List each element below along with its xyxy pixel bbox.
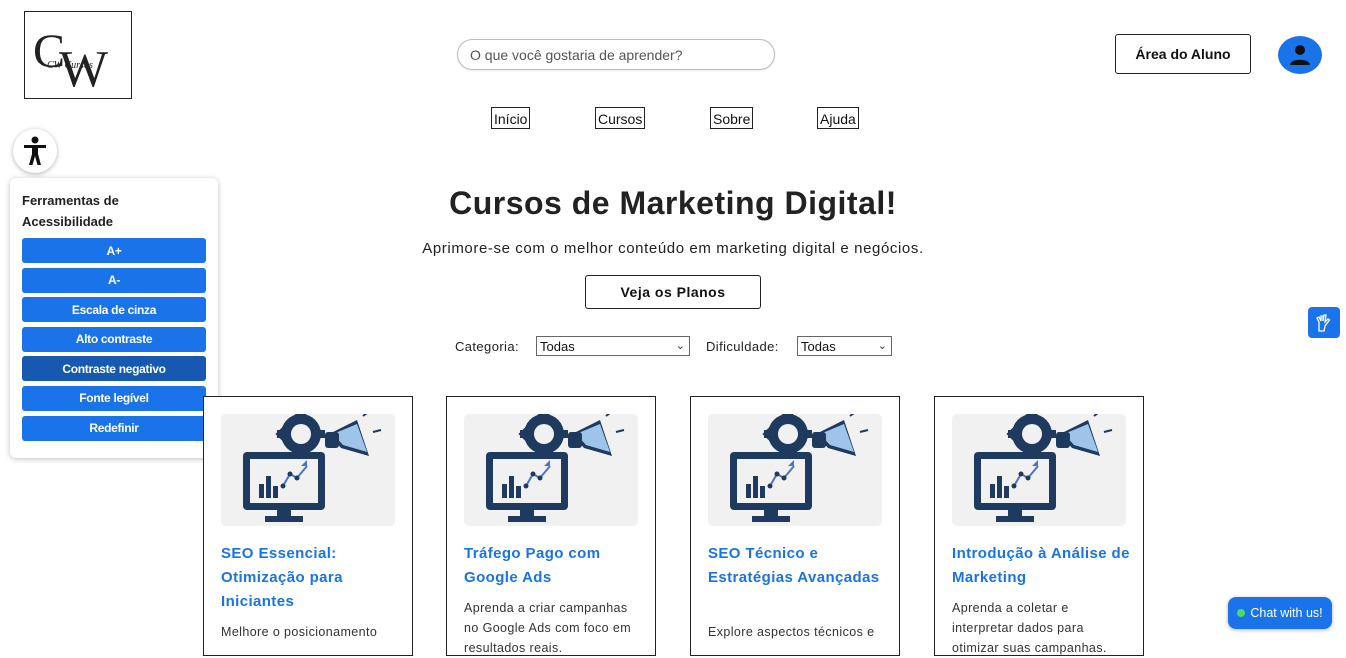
- course-card[interactable]: Tráfego Pago com Google Ads Aprenda a cr…: [446, 396, 656, 656]
- readable-font-button[interactable]: Fonte legível: [22, 385, 206, 411]
- nav-item-sobre[interactable]: Sobre: [710, 107, 754, 129]
- difficulty-select[interactable]: Todas ⌄: [797, 336, 892, 356]
- view-plans-button[interactable]: Veja os Planos: [585, 275, 761, 309]
- nav-item-ajuda[interactable]: Ajuda: [817, 107, 859, 129]
- accessibility-icon: [24, 136, 46, 165]
- chat-button[interactable]: Chat with us!: [1228, 597, 1332, 629]
- category-select[interactable]: Todas ⌄: [536, 336, 690, 356]
- course-image: [464, 414, 638, 526]
- logo-image: C W CW Cursos: [33, 25, 108, 98]
- marketing-illustration: [730, 414, 869, 522]
- main-nav: Início Cursos Sobre Ajuda: [0, 107, 1346, 131]
- course-title[interactable]: SEO Essencial: Otimização para Iniciante…: [221, 542, 399, 614]
- course-description: Melhore o posicionamento: [221, 625, 378, 639]
- difficulty-select-value: Todas: [801, 338, 836, 354]
- course-image: [221, 414, 395, 526]
- course-image: [952, 414, 1126, 526]
- course-title[interactable]: SEO Técnico e Estratégias Avançadas: [708, 542, 886, 590]
- course-image: [708, 414, 882, 526]
- course-description: Explore aspectos técnicos e: [708, 625, 875, 639]
- course-title[interactable]: Tráfego Pago com Google Ads: [464, 542, 642, 590]
- search-input[interactable]: [457, 39, 775, 70]
- accessibility-toggle-button[interactable]: [13, 129, 57, 173]
- category-select-value: Todas: [540, 338, 575, 354]
- page-subtitle: Aprimore-se com o melhor conteúdo em mar…: [422, 240, 924, 257]
- chevron-down-icon: ⌄: [877, 340, 887, 352]
- student-area-button[interactable]: Área do Aluno: [1115, 34, 1251, 74]
- course-description: Aprenda a coletar e interpretar dados pa…: [952, 601, 1107, 655]
- category-label: Categoria:: [455, 339, 519, 354]
- nav-item-inicio[interactable]: Início: [491, 107, 531, 129]
- svg-text:CW Cursos: CW Cursos: [47, 60, 93, 71]
- course-description: Aprenda a criar campanhas no Google Ads …: [464, 601, 632, 655]
- logo[interactable]: C W CW Cursos: [24, 11, 132, 99]
- high-contrast-button[interactable]: Alto contraste: [22, 326, 206, 352]
- sign-language-icon: [1316, 313, 1331, 332]
- nav-item-cursos[interactable]: Cursos: [595, 107, 646, 129]
- course-card[interactable]: Introdução à Análise de Marketing Aprend…: [934, 396, 1144, 656]
- marketing-illustration: [243, 414, 382, 522]
- course-card[interactable]: SEO Técnico e Estratégias Avançadas Expl…: [690, 396, 900, 656]
- page-title: Cursos de Marketing Digital!: [449, 185, 897, 221]
- course-title[interactable]: Introdução à Análise de Marketing: [952, 542, 1130, 590]
- user-icon: [1290, 45, 1310, 65]
- reset-button[interactable]: Redefinir: [22, 415, 206, 441]
- sign-language-button[interactable]: [1308, 307, 1340, 338]
- negative-contrast-button[interactable]: Contraste negativo: [22, 356, 206, 382]
- decrease-font-button[interactable]: A-: [22, 267, 206, 293]
- chat-label: Chat with us!: [1250, 606, 1323, 620]
- online-status-icon: [1237, 609, 1246, 617]
- marketing-illustration: [974, 414, 1113, 522]
- marketing-illustration: [486, 414, 625, 522]
- difficulty-label: Dificuldade:: [706, 339, 779, 354]
- user-avatar-button[interactable]: [1278, 36, 1322, 74]
- chevron-down-icon: ⌄: [675, 340, 685, 352]
- grayscale-button[interactable]: Escala de cinza: [22, 297, 206, 323]
- course-card[interactable]: SEO Essencial: Otimização para Iniciante…: [203, 396, 413, 656]
